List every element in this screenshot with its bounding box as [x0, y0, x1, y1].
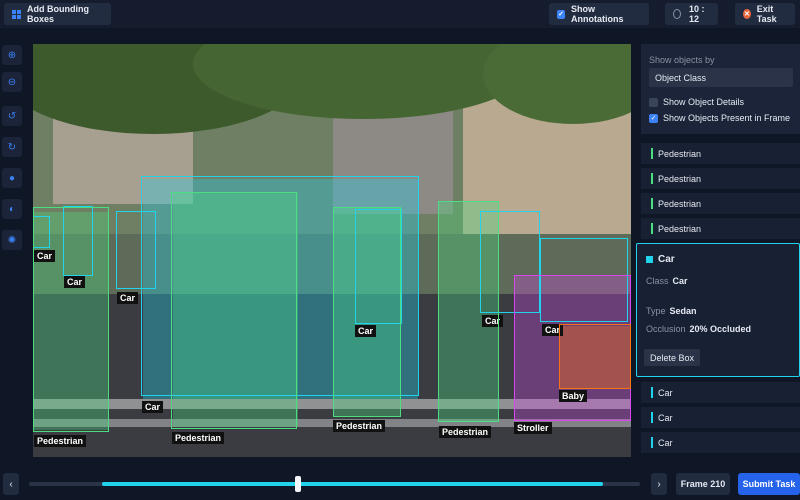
- timer: 10 : 12: [665, 3, 718, 25]
- show-annotations-label: Show Annotations: [571, 4, 624, 24]
- box-label-pedestrian: Pedestrian: [172, 432, 225, 444]
- bounding-box-pedestrian[interactable]: [438, 201, 499, 422]
- top-toolbar: Add Bounding Boxes ✓ Show Annotations 10…: [0, 0, 800, 28]
- display-options-panel: Show objects by Object Class Show Object…: [641, 44, 800, 134]
- detail-occlusion-value: 20% Occluded: [689, 324, 752, 334]
- box-label-stroller: Stroller: [514, 422, 552, 434]
- bounding-box-icon: [12, 9, 21, 19]
- next-frame-button[interactable]: ›: [651, 473, 667, 495]
- class-color-bar: [651, 223, 653, 234]
- show-object-details-option[interactable]: Show Object Details: [649, 97, 744, 107]
- list-item-label: Pedestrian: [658, 223, 702, 234]
- annotation-canvas[interactable]: Car Car Car Car Car Car Car Pedestrian P…: [33, 44, 631, 457]
- list-item[interactable]: Car: [641, 432, 800, 454]
- bounding-box-pedestrian[interactable]: [333, 207, 401, 417]
- class-color-square: [646, 256, 653, 263]
- selected-object-detail: Car Class Car Type Sedan Occlusion 20% Occl…: [636, 243, 800, 377]
- list-item-label: Pedestrian: [658, 173, 702, 184]
- box-label-pedestrian: Pedestrian: [333, 420, 386, 432]
- detail-class-key: Class: [646, 276, 669, 286]
- class-color-bar: [651, 412, 653, 423]
- list-item-label: Pedestrian: [658, 198, 702, 209]
- show-objects-present-option[interactable]: ✓ Show Objects Present in Frame: [649, 113, 790, 123]
- detail-occlusion-row: Occlusion 20% Occluded: [646, 324, 751, 334]
- box-label-baby: Baby: [559, 390, 588, 402]
- chevron-left-icon: ‹: [9, 478, 13, 490]
- timeline-track[interactable]: [29, 476, 640, 492]
- timeline-bar: ‹ › Frame 210 Submit Task: [0, 468, 800, 500]
- detail-type-value: Sedan: [669, 306, 697, 316]
- detail-class-row: Class Car: [646, 276, 688, 286]
- list-item[interactable]: Pedestrian: [641, 168, 800, 190]
- bounding-box-pedestrian[interactable]: [33, 207, 109, 432]
- list-item[interactable]: Car: [641, 407, 800, 429]
- show-objects-by-label: Show objects by: [649, 55, 715, 65]
- delete-box-button[interactable]: Delete Box: [644, 349, 701, 366]
- list-item[interactable]: Car: [641, 382, 800, 404]
- detail-occlusion-key: Occlusion: [646, 324, 686, 334]
- group-by-select[interactable]: Object Class: [649, 68, 793, 87]
- chevron-right-icon: ›: [657, 478, 661, 490]
- checkbox-unchecked-icon[interactable]: [649, 97, 658, 107]
- list-item[interactable]: Pedestrian: [641, 193, 800, 215]
- bounding-box-pedestrian[interactable]: [171, 192, 297, 429]
- list-item-label: Pedestrian: [658, 148, 702, 159]
- brightness-icon[interactable]: ●: [2, 168, 22, 188]
- exit-task-button[interactable]: ✕ Exit Task: [735, 3, 795, 25]
- checkbox-checked-icon[interactable]: ✓: [557, 9, 565, 19]
- timer-value: 10 : 12: [689, 4, 705, 24]
- frame-indicator: Frame 210: [676, 473, 730, 495]
- list-item-label: Car: [658, 437, 673, 448]
- detail-title-text: Car: [658, 254, 675, 265]
- tool-sidebar: ⊕ ⊖ ↺ ↻ ● ◐ ✺: [0, 36, 25, 456]
- undo-icon[interactable]: ↺: [2, 106, 22, 126]
- submit-task-button[interactable]: Submit Task: [738, 473, 800, 495]
- close-icon: ✕: [743, 9, 751, 19]
- detail-title: Car: [646, 254, 675, 265]
- exit-task-label: Exit Task: [756, 4, 777, 24]
- clock-icon: [673, 9, 681, 19]
- contrast-icon[interactable]: ◐: [2, 199, 22, 219]
- list-item[interactable]: Pedestrian: [641, 143, 800, 165]
- class-color-bar: [651, 173, 653, 184]
- show-annotations-toggle[interactable]: ✓ Show Annotations: [549, 3, 649, 25]
- class-color-bar: [651, 387, 653, 398]
- class-color-bar: [651, 198, 653, 209]
- settings-icon[interactable]: ✺: [2, 230, 22, 250]
- task-title: Add Bounding Boxes: [27, 4, 89, 24]
- task-title-button[interactable]: Add Bounding Boxes: [4, 3, 111, 25]
- box-label-car: Car: [117, 292, 139, 304]
- prev-frame-button[interactable]: ‹: [3, 473, 19, 495]
- box-label-pedestrian: Pedestrian: [34, 435, 87, 447]
- list-item-label: Car: [658, 387, 673, 398]
- timeline-scrubber[interactable]: [294, 476, 301, 492]
- list-item-label: Car: [658, 412, 673, 423]
- list-item[interactable]: Pedestrian: [641, 218, 800, 240]
- checkbox-checked-icon[interactable]: ✓: [649, 113, 658, 123]
- redo-icon[interactable]: ↻: [2, 137, 22, 157]
- zoom-out-icon[interactable]: ⊖: [2, 72, 22, 92]
- box-label-pedestrian: Pedestrian: [439, 426, 492, 438]
- box-label-car: Car: [142, 401, 164, 413]
- class-color-bar: [651, 148, 653, 159]
- detail-type-key: Type: [646, 306, 666, 316]
- detail-class-value: Car: [672, 276, 688, 286]
- class-color-bar: [651, 437, 653, 448]
- timeline-progress: [102, 482, 604, 486]
- show-objects-present-label: Show Objects Present in Frame: [663, 113, 791, 123]
- detail-type-row: Type Sedan: [646, 306, 697, 316]
- show-object-details-label: Show Object Details: [663, 97, 745, 107]
- zoom-in-icon[interactable]: ⊕: [2, 45, 22, 65]
- bounding-box-baby[interactable]: [559, 324, 631, 389]
